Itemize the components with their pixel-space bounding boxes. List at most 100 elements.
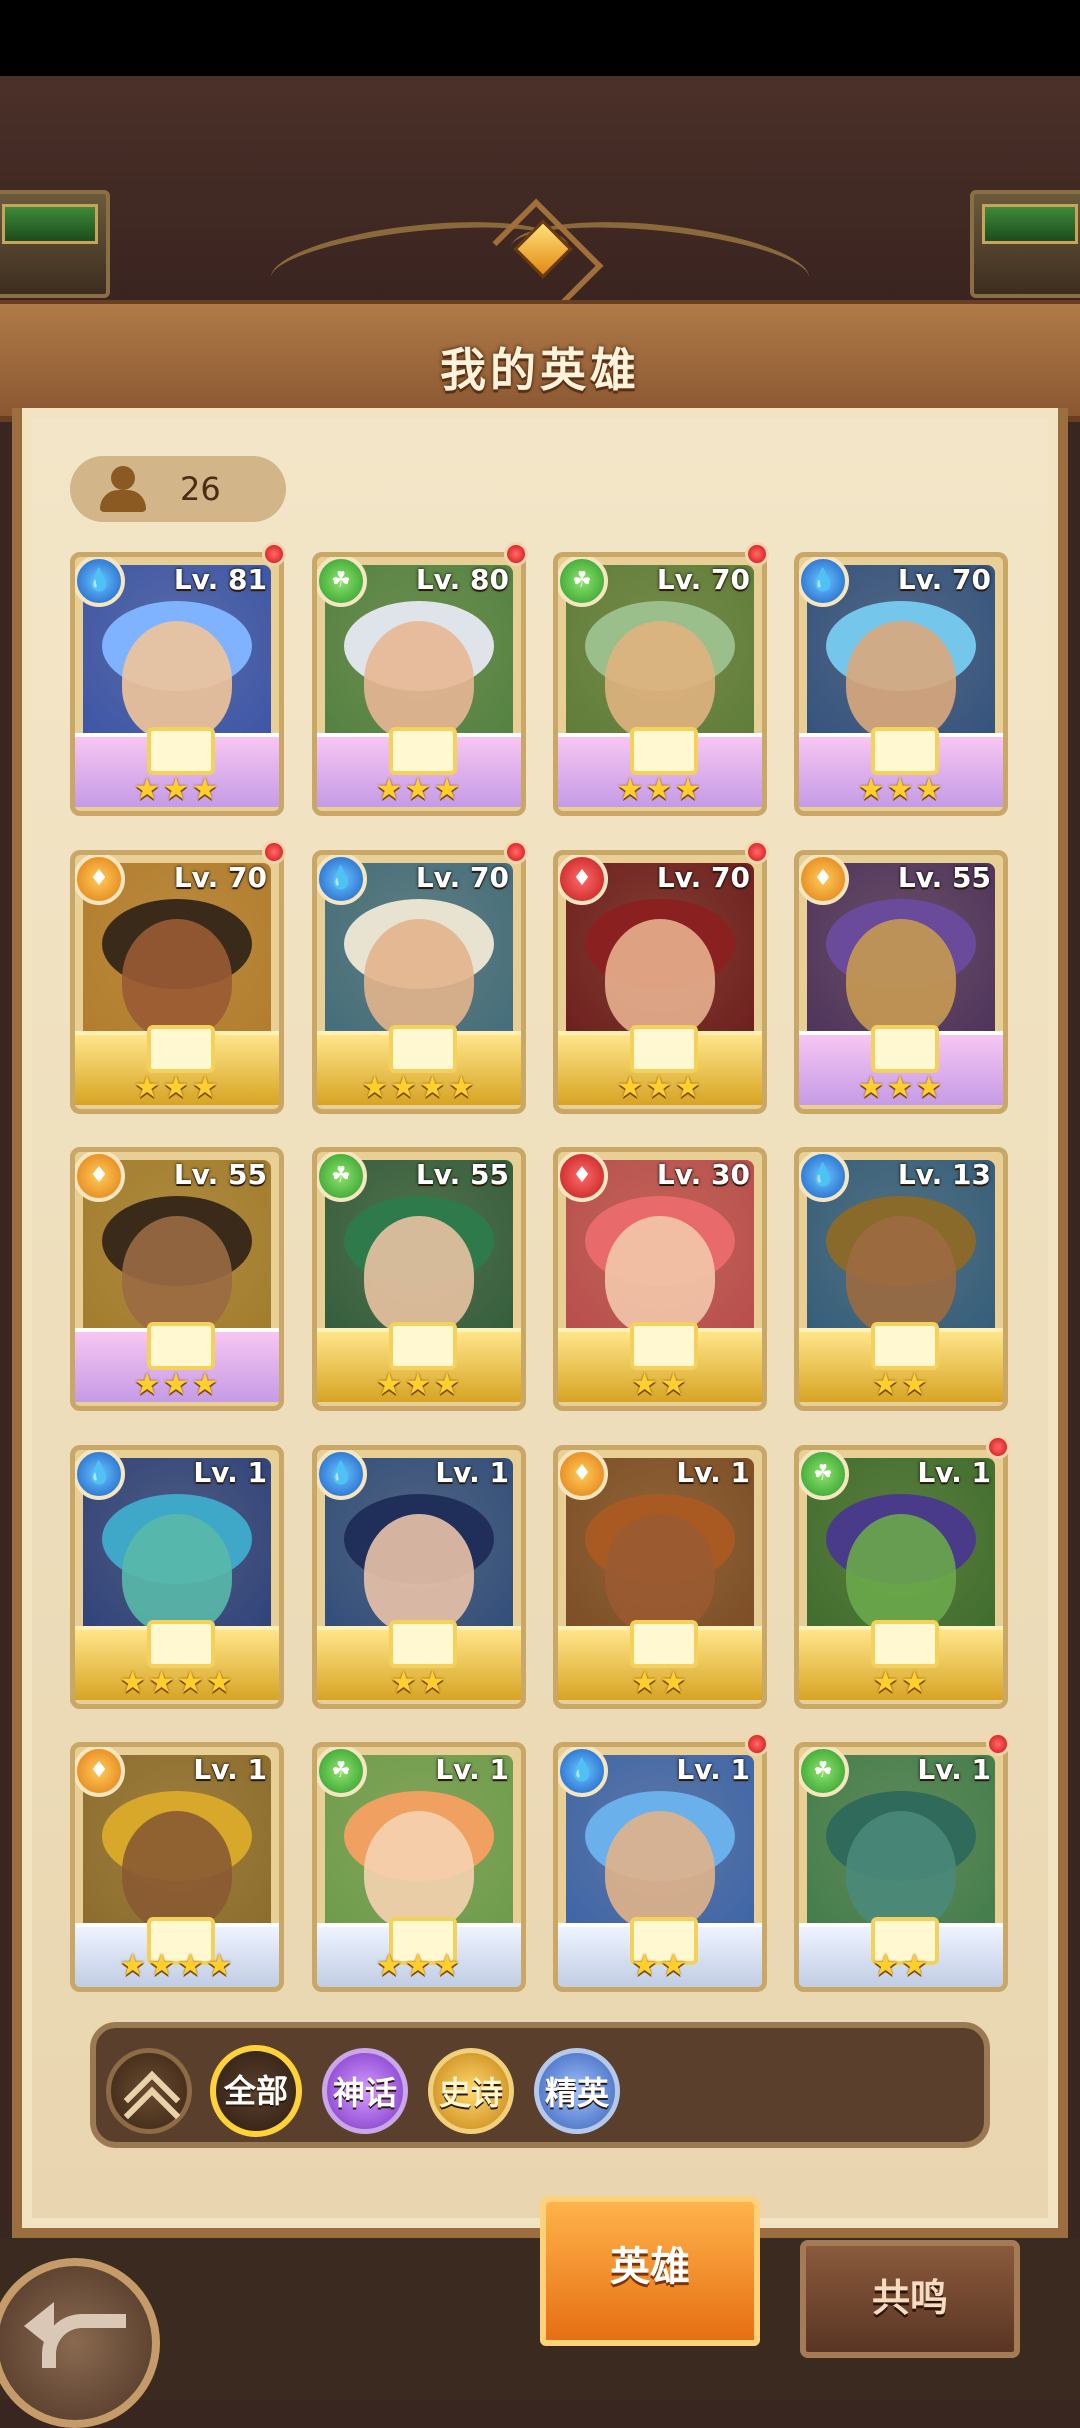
blood-element-icon: ♦ xyxy=(558,1152,608,1202)
hero-stars: ★★ xyxy=(631,1665,689,1700)
hero-level: Lv. 81 xyxy=(173,563,267,596)
nature-element-icon: ☘ xyxy=(317,1747,367,1797)
hero-level: Lv. 1 xyxy=(917,1456,991,1489)
fire-element-icon: ♦ xyxy=(75,855,125,905)
fire-element-icon: ♦ xyxy=(558,1450,608,1500)
hero-level: Lv. 1 xyxy=(193,1753,267,1786)
hero-card[interactable]: ♦ Lv. 55 ★★★ xyxy=(794,850,1008,1114)
hero-level: Lv. 1 xyxy=(435,1753,509,1786)
hero-card[interactable]: ♦ Lv. 1 ★★★★ xyxy=(70,1742,284,1992)
water-element-icon: 💧 xyxy=(558,1747,608,1797)
hero-level: Lv. 30 xyxy=(656,1158,750,1191)
hero-stars: ★★ xyxy=(390,1665,448,1700)
notification-dot-icon xyxy=(504,840,528,864)
hero-stars: ★★★ xyxy=(133,1070,221,1105)
hero-card[interactable]: ♦ Lv. 1 ★★ xyxy=(553,1445,767,1709)
hero-level: Lv. 55 xyxy=(415,1158,509,1191)
hero-card[interactable]: 💧 Lv. 70 ★★★★ xyxy=(312,850,526,1114)
hero-count: 26 xyxy=(180,470,221,508)
hero-level: Lv. 1 xyxy=(435,1456,509,1489)
hero-stars: ★★★ xyxy=(375,772,463,807)
fire-element-icon: ♦ xyxy=(75,1152,125,1202)
filter-elite-button[interactable]: 精英 xyxy=(534,2048,620,2134)
hero-stars: ★★★ xyxy=(133,772,221,807)
person-icon xyxy=(100,464,146,514)
hero-level: Lv. 55 xyxy=(897,861,991,894)
hero-stars: ★★ xyxy=(872,1665,930,1700)
page-title: 我的英雄 xyxy=(440,343,640,397)
hero-stars: ★★★ xyxy=(375,1948,463,1983)
water-element-icon: 💧 xyxy=(75,1450,125,1500)
hero-level: Lv. 1 xyxy=(676,1456,750,1489)
hero-level: Lv. 70 xyxy=(656,563,750,596)
tab-resonance[interactable]: 共鸣 xyxy=(800,2240,1020,2358)
nature-element-icon: ☘ xyxy=(558,557,608,607)
notification-dot-icon xyxy=(262,542,286,566)
hero-stars: ★★ xyxy=(872,1948,930,1983)
hero-stars: ★★★★ xyxy=(119,1665,235,1700)
hero-level: Lv. 1 xyxy=(917,1753,991,1786)
hero-card[interactable]: 💧 Lv. 81 ★★★ xyxy=(70,552,284,816)
hero-card[interactable]: ♦ Lv. 30 ★★ xyxy=(553,1147,767,1411)
nature-element-icon: ☘ xyxy=(317,557,367,607)
hero-card[interactable]: ♦ Lv. 70 ★★★ xyxy=(70,850,284,1114)
hero-card[interactable]: ☘ Lv. 1 ★★★ xyxy=(312,1742,526,1992)
hero-stars: ★★ xyxy=(631,1948,689,1983)
hero-count-badge: 26 xyxy=(70,456,286,522)
hero-card[interactable]: 💧 Lv. 70 ★★★ xyxy=(794,552,1008,816)
hero-card[interactable]: 💧 Lv. 13 ★★ xyxy=(794,1147,1008,1411)
hero-level: Lv. 1 xyxy=(193,1456,267,1489)
water-element-icon: 💧 xyxy=(75,557,125,607)
notification-dot-icon xyxy=(745,1732,769,1756)
notification-dot-icon xyxy=(745,840,769,864)
status-bar xyxy=(0,0,1080,76)
tab-heroes[interactable]: 英雄 xyxy=(540,2196,760,2346)
hero-stars: ★★ xyxy=(872,1367,930,1402)
hero-stars: ★★★ xyxy=(857,772,945,807)
hero-level: Lv. 70 xyxy=(897,563,991,596)
hero-stars: ★★★ xyxy=(616,772,704,807)
hero-card[interactable]: 💧 Lv. 1 ★★ xyxy=(312,1445,526,1709)
water-element-icon: 💧 xyxy=(317,855,367,905)
back-arrow-icon[interactable] xyxy=(0,2258,160,2428)
hero-card[interactable]: 💧 Lv. 1 ★★ xyxy=(553,1742,767,1992)
hero-level: Lv. 70 xyxy=(656,861,750,894)
hero-card[interactable]: ♦ Lv. 55 ★★★ xyxy=(70,1147,284,1411)
water-element-icon: 💧 xyxy=(799,557,849,607)
hero-stars: ★★★ xyxy=(616,1070,704,1105)
hero-card[interactable]: ☘ Lv. 55 ★★★ xyxy=(312,1147,526,1411)
notification-dot-icon xyxy=(504,542,528,566)
notification-dot-icon xyxy=(986,1435,1010,1459)
hero-stars: ★★★★ xyxy=(361,1070,477,1105)
filter-all-button[interactable]: 全部 xyxy=(210,2045,302,2137)
fire-element-icon: ♦ xyxy=(799,855,849,905)
notification-dot-icon xyxy=(262,840,286,864)
hero-card[interactable]: ☘ Lv. 1 ★★ xyxy=(794,1445,1008,1709)
left-pillar-decoration xyxy=(0,190,110,298)
hero-level: Lv. 70 xyxy=(173,861,267,894)
nature-element-icon: ☘ xyxy=(799,1450,849,1500)
hero-stars: ★★★★ xyxy=(119,1948,235,1983)
notification-dot-icon xyxy=(745,542,769,566)
fire-element-icon: ♦ xyxy=(75,1747,125,1797)
hero-stars: ★★★ xyxy=(133,1367,221,1402)
hero-level: Lv. 70 xyxy=(415,861,509,894)
hero-card[interactable]: 💧 Lv. 1 ★★★★ xyxy=(70,1445,284,1709)
nature-element-icon: ☘ xyxy=(317,1152,367,1202)
filter-epic-button[interactable]: 史诗 xyxy=(428,2048,514,2134)
hero-level: Lv. 80 xyxy=(415,563,509,596)
rarity-filter-bar: 全部 神话 史诗 精英 xyxy=(90,2022,990,2148)
hero-stars: ★★★ xyxy=(375,1367,463,1402)
double-chevron-up-icon[interactable] xyxy=(106,2048,192,2144)
hero-card[interactable]: ♦ Lv. 70 ★★★ xyxy=(553,850,767,1114)
nature-element-icon: ☘ xyxy=(799,1747,849,1797)
hero-card[interactable]: ☘ Lv. 1 ★★ xyxy=(794,1742,1008,1992)
hero-card[interactable]: ☘ Lv. 80 ★★★ xyxy=(312,552,526,816)
filter-mythic-button[interactable]: 神话 xyxy=(322,2048,408,2134)
hero-stars: ★★★ xyxy=(857,1070,945,1105)
hero-card[interactable]: ☘ Lv. 70 ★★★ xyxy=(553,552,767,816)
right-pillar-decoration xyxy=(970,190,1080,298)
hero-level: Lv. 1 xyxy=(676,1753,750,1786)
hero-level: Lv. 13 xyxy=(897,1158,991,1191)
water-element-icon: 💧 xyxy=(317,1450,367,1500)
